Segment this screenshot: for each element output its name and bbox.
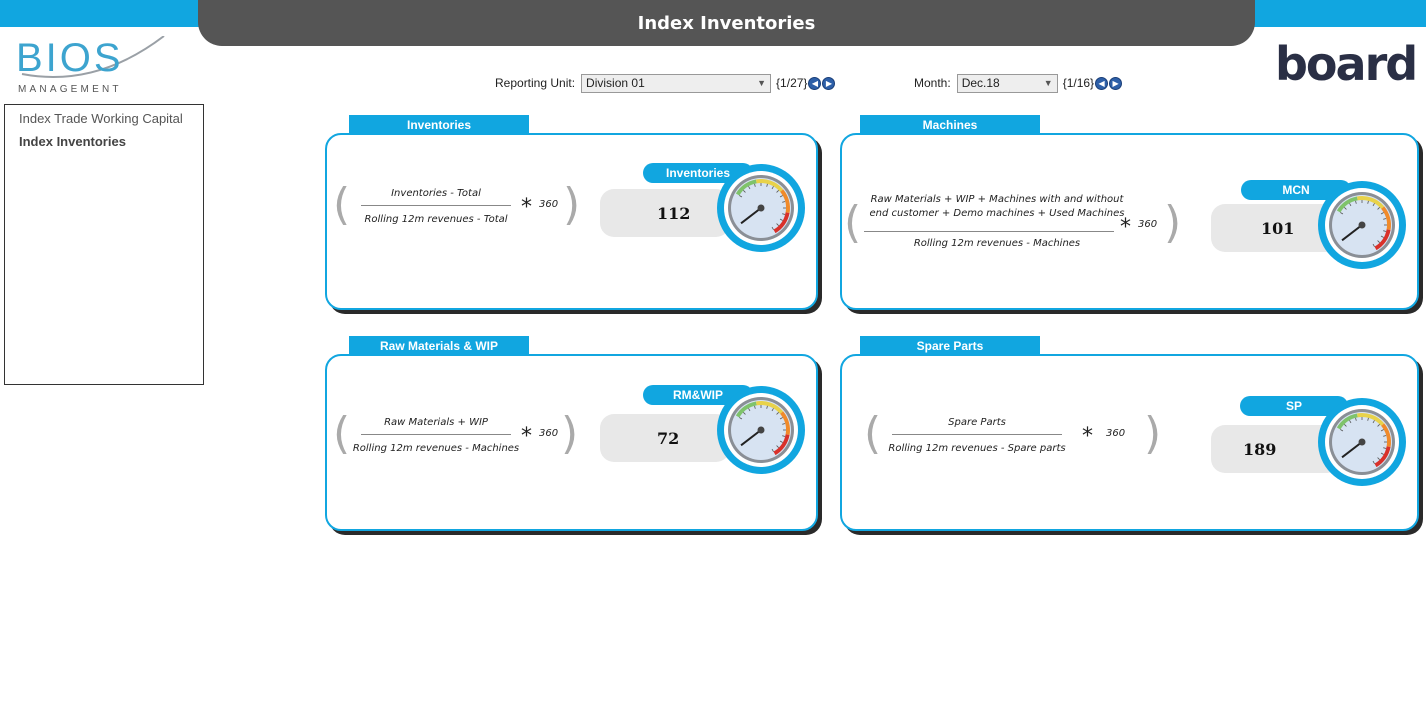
sidebar-item-index-inventories[interactable]: Index Inventories bbox=[5, 130, 203, 153]
board-logo-word: board bbox=[1275, 37, 1418, 91]
formula-raw-materials-wip: ( Raw Materials + WIP Rolling 12m revenu… bbox=[333, 408, 579, 459]
kpi-value-box: 112 bbox=[600, 189, 730, 237]
kpi-value-box: 72 bbox=[600, 414, 730, 462]
next-arrow-icon[interactable]: ▶ bbox=[822, 76, 836, 90]
kpi-value: 189 bbox=[1243, 439, 1277, 459]
page-title: Index Inventories bbox=[637, 12, 816, 34]
formula-denominator: Rolling 12m revenues - Total bbox=[364, 214, 508, 225]
reporting-unit-value: Division 01 bbox=[586, 76, 645, 90]
chevron-down-icon: ▼ bbox=[1043, 78, 1053, 88]
panel-card-raw-materials-wip: ( Raw Materials + WIP Rolling 12m revenu… bbox=[325, 354, 818, 531]
chevron-down-icon: ▼ bbox=[757, 78, 767, 88]
board-logo: board bbox=[1275, 38, 1423, 90]
sidebar-nav: Index Trade Working Capital Index Invent… bbox=[4, 104, 204, 385]
month-count: {1/16} bbox=[1062, 76, 1095, 90]
formula-numerator: Inventories - Total bbox=[391, 188, 481, 199]
formula-numerator: Spare Parts bbox=[948, 417, 1006, 428]
bios-logo: BIOS MANAGEMENT bbox=[16, 36, 176, 100]
formula-denominator: Rolling 12m revenues - Machines bbox=[352, 443, 520, 454]
formula-numerator: Raw Materials + WIP + Machines with and … bbox=[870, 194, 1124, 205]
reporting-unit-label: Reporting Unit: bbox=[495, 76, 576, 90]
speedometer-gauge-icon bbox=[715, 162, 807, 254]
speedometer-gauge-icon bbox=[715, 384, 807, 476]
month-label: Month: bbox=[914, 76, 951, 90]
formula-spare-parts: ( Spare Parts Rolling 12m revenues - Spa… bbox=[864, 408, 1162, 459]
panel-tab-machines: Machines bbox=[860, 115, 1040, 134]
panel-card-machines: ( Raw Materials + WIP + Machines with an… bbox=[840, 133, 1419, 310]
title-bar: Index Inventories bbox=[198, 0, 1255, 46]
prev-arrow-icon[interactable]: ◀ bbox=[1095, 76, 1109, 90]
panel-card-spare-parts: ( Spare Parts Rolling 12m revenues - Spa… bbox=[840, 354, 1419, 531]
formula-multiplier: 360 bbox=[1106, 428, 1126, 439]
month-value: Dec.18 bbox=[961, 76, 1000, 90]
next-arrow-icon[interactable]: ▶ bbox=[1109, 76, 1123, 90]
reporting-unit-count: {1/27} bbox=[776, 76, 808, 90]
kpi-value: 72 bbox=[657, 428, 680, 448]
bios-logo-sub: MANAGEMENT bbox=[18, 84, 122, 95]
formula-denominator: Rolling 12m revenues - Machines bbox=[913, 238, 1081, 249]
formula-multiplier: 360 bbox=[1138, 219, 1158, 230]
formula-denominator: Rolling 12m revenues - Spare parts bbox=[888, 443, 1066, 454]
prev-arrow-icon[interactable]: ◀ bbox=[808, 76, 822, 90]
panel-card-inventories: ( Inventories - Total Rolling 12m revenu… bbox=[325, 133, 818, 310]
speedometer-gauge-icon bbox=[1316, 396, 1408, 488]
month-filter: Month: Dec.18 ▼ {1/16} ◀ ▶ bbox=[914, 73, 1123, 93]
sidebar-item-index-trade-working-capital[interactable]: Index Trade Working Capital bbox=[5, 107, 203, 130]
panel-tab-spare-parts: Spare Parts bbox=[860, 336, 1040, 355]
month-select[interactable]: Dec.18 ▼ bbox=[956, 73, 1058, 93]
formula-numerator: Raw Materials + WIP bbox=[384, 417, 488, 428]
kpi-value: 101 bbox=[1261, 218, 1295, 238]
formula-inventories: ( Inventories - Total Rolling 12m revenu… bbox=[333, 179, 581, 230]
reporting-unit-filter: Reporting Unit: Division 01 ▼ {1/27} ◀ ▶ bbox=[495, 73, 836, 93]
panel-tab-inventories: Inventories bbox=[349, 115, 529, 134]
panel-tab-raw-materials-wip: Raw Materials & WIP bbox=[349, 336, 529, 355]
formula-multiplier: 360 bbox=[539, 199, 559, 210]
reporting-unit-select[interactable]: Division 01 ▼ bbox=[581, 73, 772, 93]
speedometer-gauge-icon bbox=[1316, 179, 1408, 271]
formula-numerator-line2: end customer + Demo machines + Used Mach… bbox=[869, 208, 1125, 219]
kpi-value: 112 bbox=[657, 203, 691, 223]
bios-logo-word: BIOS bbox=[16, 36, 124, 80]
formula-multiplier: 360 bbox=[539, 428, 559, 439]
formula-machines: ( Raw Materials + WIP + Machines with an… bbox=[844, 194, 1182, 249]
